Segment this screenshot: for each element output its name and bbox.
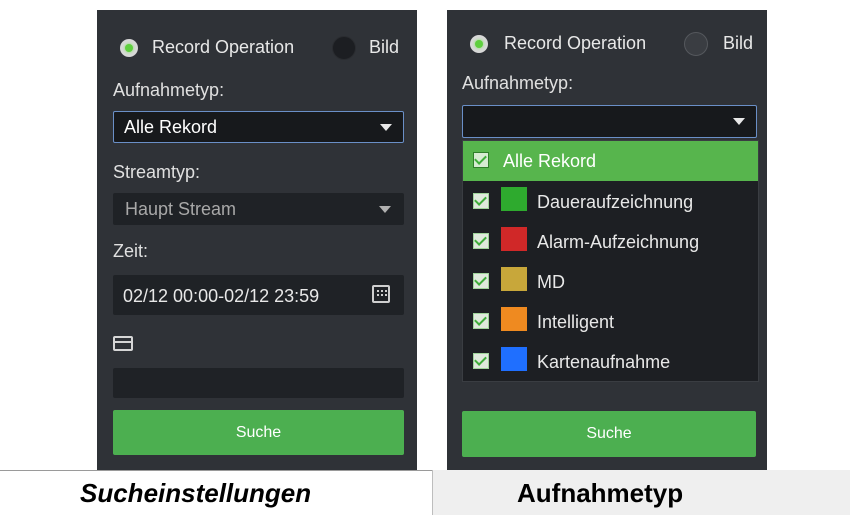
- checkbox[interactable]: [473, 273, 489, 289]
- time-range-value: 02/12 00:00-02/12 23:59: [123, 286, 320, 306]
- calendar-icon[interactable]: [372, 285, 390, 303]
- color-swatch: [501, 307, 527, 331]
- radio-record-operation[interactable]: [470, 35, 488, 53]
- card-number-input[interactable]: [113, 368, 404, 398]
- record-type-label: Aufnahmetyp:: [462, 73, 574, 93]
- card-icon: [113, 336, 133, 351]
- stream-type-value: Haupt Stream: [125, 199, 237, 219]
- color-swatch: [501, 347, 527, 371]
- time-label: Zeit:: [113, 241, 149, 261]
- list-item-alarm-aufzeichnung[interactable]: Alarm-Aufzeichnung: [463, 221, 758, 261]
- radio-image[interactable]: [684, 32, 708, 56]
- radio-record-operation[interactable]: [120, 39, 138, 57]
- list-item-alle-rekord[interactable]: Alle Rekord: [463, 141, 758, 181]
- record-type-select[interactable]: [462, 105, 757, 138]
- radio-image-label: Bild: [369, 37, 400, 57]
- caption-search-settings: Sucheinstellungen: [80, 478, 312, 508]
- list-item-kartenaufnahme[interactable]: Kartenaufnahme: [463, 341, 758, 381]
- list-item-daueraufzeichnung[interactable]: Daueraufzeichnung: [463, 181, 758, 221]
- color-swatch: [501, 187, 527, 211]
- search-button[interactable]: Suche: [462, 411, 756, 457]
- caption-record-type: Aufnahmetyp: [517, 478, 684, 508]
- record-type-select[interactable]: Alle Rekord: [113, 111, 404, 143]
- option-label: Alle Rekord: [503, 151, 597, 171]
- record-type-value: Alle Rekord: [124, 117, 218, 137]
- stream-type-select[interactable]: Haupt Stream: [113, 193, 404, 225]
- radio-record-operation-label: Record Operation: [152, 37, 295, 57]
- record-type-panel: Record Operation Bild Aufnahmetyp: Alle …: [447, 10, 767, 470]
- option-label: Intelligent: [537, 312, 615, 332]
- color-swatch: [501, 227, 527, 251]
- chevron-down-icon: [379, 206, 391, 213]
- stream-type-label: Streamtyp:: [113, 162, 201, 182]
- checkbox[interactable]: [473, 353, 489, 369]
- search-button[interactable]: Suche: [113, 410, 404, 455]
- checkbox[interactable]: [473, 233, 489, 249]
- radio-image[interactable]: [332, 36, 356, 60]
- record-type-dropdown-list: Alle Rekord Daueraufzeichnung Alarm-Aufz…: [462, 140, 759, 382]
- checkbox[interactable]: [473, 193, 489, 209]
- option-label: Alarm-Aufzeichnung: [537, 232, 700, 252]
- option-label: Kartenaufnahme: [537, 352, 671, 372]
- chevron-down-icon: [380, 124, 392, 131]
- color-swatch: [501, 267, 527, 291]
- caption-separator: [432, 470, 433, 515]
- search-settings-panel: Record Operation Bild Aufnahmetyp: Alle …: [97, 10, 417, 470]
- radio-image-label: Bild: [723, 33, 754, 53]
- list-item-intelligent[interactable]: Intelligent: [463, 301, 758, 341]
- option-label: MD: [537, 272, 565, 292]
- list-item-md[interactable]: MD: [463, 261, 758, 301]
- time-range-field[interactable]: 02/12 00:00-02/12 23:59: [113, 275, 404, 315]
- radio-record-operation-label: Record Operation: [504, 33, 647, 53]
- chevron-down-icon: [733, 118, 745, 125]
- checkbox[interactable]: [473, 152, 489, 168]
- option-label: Daueraufzeichnung: [537, 192, 694, 212]
- checkbox[interactable]: [473, 313, 489, 329]
- record-type-label: Aufnahmetyp:: [113, 80, 225, 100]
